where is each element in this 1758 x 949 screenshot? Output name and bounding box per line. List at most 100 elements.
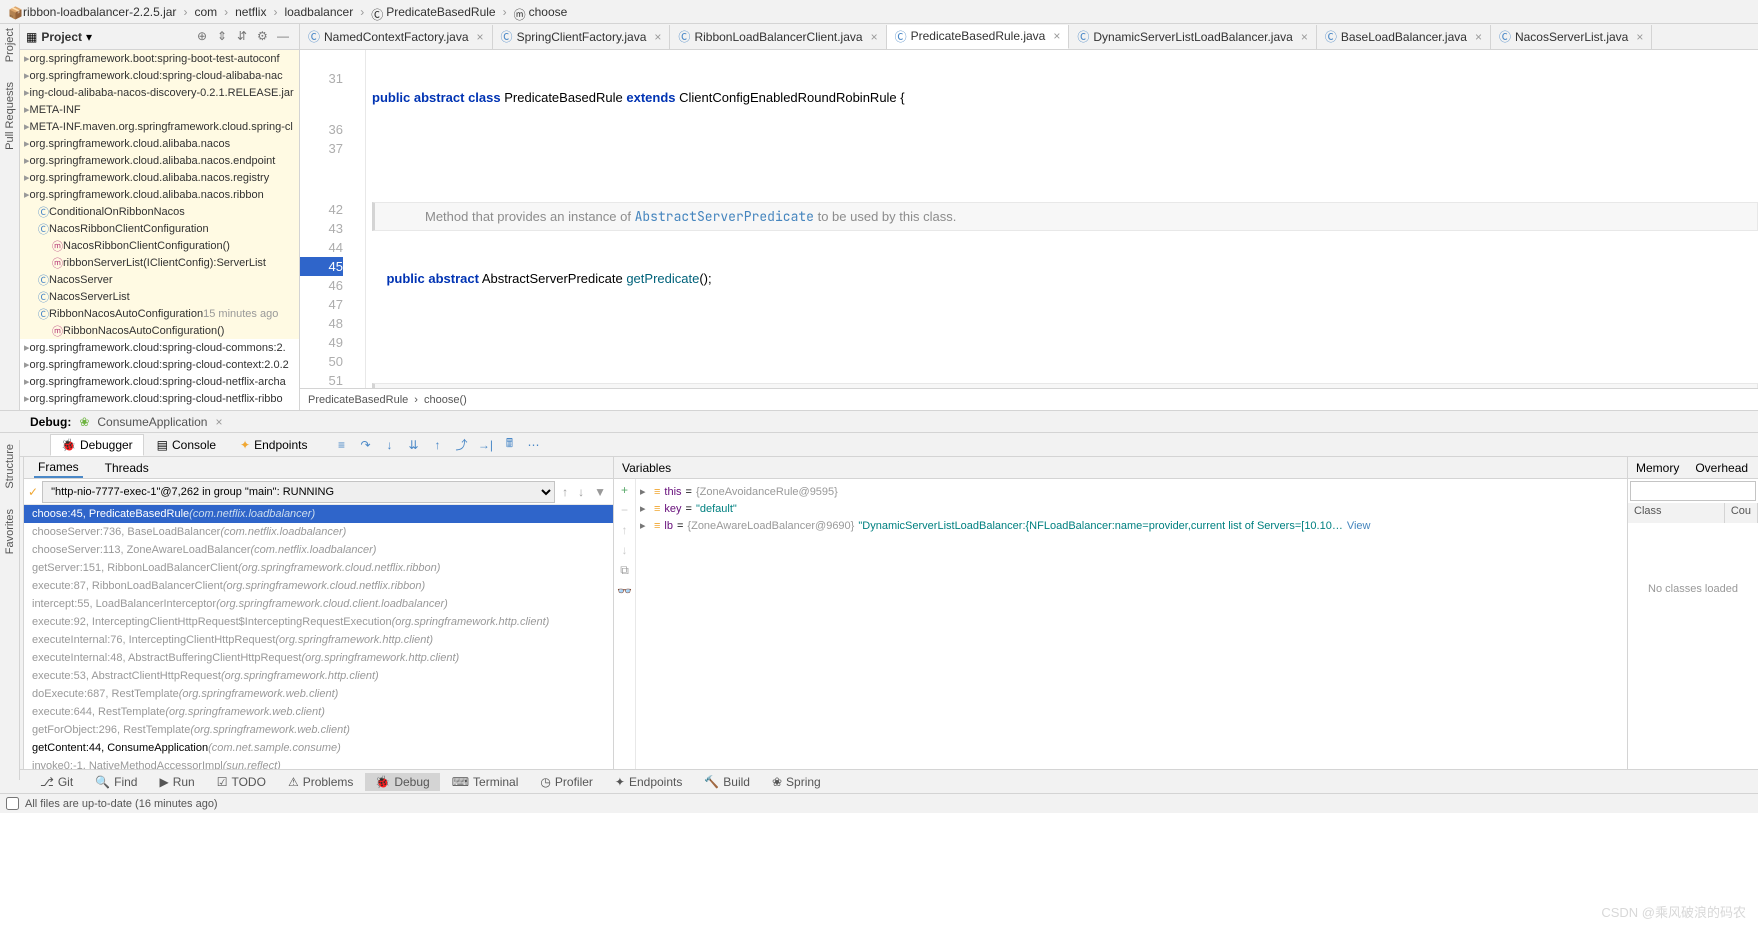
- crumb-1[interactable]: com: [194, 5, 217, 19]
- tree-node[interactable]: ▸ org.springframework.cloud.alibaba.naco…: [20, 152, 299, 169]
- down-icon[interactable]: ↓: [622, 543, 628, 557]
- tree-node[interactable]: Ⓒ RibbonNacosAutoConfiguration 15 minute…: [20, 305, 299, 322]
- glasses-icon[interactable]: 👓: [617, 584, 632, 598]
- stack-frame[interactable]: execute:87, RibbonLoadBalancerClient (or…: [24, 577, 613, 595]
- file-tab[interactable]: ⒸRibbonLoadBalancerClient.java×: [670, 25, 886, 49]
- stack-frame[interactable]: getContent:44, ConsumeApplication (com.n…: [24, 739, 613, 757]
- tree-node[interactable]: ▸ META-INF: [20, 101, 299, 118]
- debugger-tab[interactable]: 🐞Debugger: [50, 434, 144, 456]
- close-icon[interactable]: ×: [215, 415, 222, 429]
- copy-icon[interactable]: ⧉: [620, 563, 629, 578]
- project-dropdown-icon[interactable]: ▦: [26, 30, 37, 44]
- crumb-3[interactable]: loadbalancer: [284, 5, 353, 19]
- locate-icon[interactable]: ⊕: [197, 29, 213, 45]
- variables-tree[interactable]: ▸≡ this = {ZoneAvoidanceRule@9595} ▸≡ ke…: [636, 479, 1627, 769]
- file-tab[interactable]: ⒸDynamicServerListLoadBalancer.java×: [1069, 25, 1316, 49]
- hide-icon[interactable]: —: [277, 29, 293, 45]
- stack-frame[interactable]: executeInternal:76, InterceptingClientHt…: [24, 631, 613, 649]
- toolwindow-button-todo[interactable]: ☑TODO: [207, 773, 276, 791]
- add-watch-icon[interactable]: +: [621, 483, 628, 497]
- toolwindow-button-find[interactable]: 🔍Find: [85, 773, 147, 791]
- file-tab[interactable]: ⒸNacosServerList.java×: [1491, 25, 1652, 49]
- debug-app-name[interactable]: ConsumeApplication: [97, 415, 207, 429]
- remove-watch-icon[interactable]: −: [621, 503, 628, 517]
- overhead-tab[interactable]: Overhead: [1687, 461, 1756, 475]
- console-tab[interactable]: ▤Console: [146, 434, 227, 456]
- tree-node[interactable]: ⓜ NacosRibbonClientConfiguration(): [20, 237, 299, 254]
- tree-node[interactable]: ▸ org.springframework.cloud.alibaba.naco…: [20, 169, 299, 186]
- memory-search-input[interactable]: [1630, 481, 1756, 501]
- tree-node[interactable]: Ⓒ ConditionalOnRibbonNacos: [20, 203, 299, 220]
- tree-node[interactable]: ▸ org.springframework.cloud:spring-cloud…: [20, 67, 299, 84]
- close-icon[interactable]: ×: [1301, 30, 1308, 44]
- frames-tab[interactable]: Frames: [34, 458, 83, 478]
- evaluate-icon[interactable]: 🖩: [500, 436, 518, 454]
- crumb-2[interactable]: netflix: [235, 5, 266, 19]
- close-icon[interactable]: ×: [477, 30, 484, 44]
- tree-node[interactable]: ▸ org.springframework.cloud:spring-cloud…: [20, 390, 299, 407]
- tree-node[interactable]: ▸ org.springframework.boot:spring-boot-t…: [20, 50, 299, 67]
- toolwindow-button-problems[interactable]: ⚠Problems: [278, 773, 363, 791]
- chevron-down-icon[interactable]: ▾: [86, 30, 92, 44]
- tree-node[interactable]: ▸ org.springframework.cloud.alibaba.naco…: [20, 135, 299, 152]
- prev-thread-icon[interactable]: ↑: [559, 485, 571, 499]
- crumb-class[interactable]: PredicateBasedRule: [308, 394, 408, 406]
- stack-frame[interactable]: executeInternal:48, AbstractBufferingCli…: [24, 649, 613, 667]
- stack-frame[interactable]: chooseServer:736, BaseLoadBalancer (com.…: [24, 523, 613, 541]
- stack-frame[interactable]: execute:92, InterceptingClientHttpReques…: [24, 613, 613, 631]
- stack-frame[interactable]: intercept:55, LoadBalancerInterceptor (o…: [24, 595, 613, 613]
- variable-node[interactable]: ▸≡ this = {ZoneAvoidanceRule@9595}: [640, 483, 1623, 500]
- tree-node[interactable]: ⓜ ribbonServerList(IClientConfig):Server…: [20, 254, 299, 271]
- stack-frame[interactable]: invoke0:-1, NativeMethodAccessorImpl (su…: [24, 757, 613, 769]
- file-tab[interactable]: ⒸNamedContextFactory.java×: [300, 25, 493, 49]
- variable-node[interactable]: ▸≡ key = "default": [640, 500, 1623, 517]
- project-tree[interactable]: ▸ org.springframework.boot:spring-boot-t…: [20, 50, 299, 410]
- close-icon[interactable]: ×: [1636, 30, 1643, 44]
- tree-node[interactable]: ▸ org.springframework.cloud:spring-cloud…: [20, 356, 299, 373]
- step-into-icon[interactable]: ↓: [380, 436, 398, 454]
- show-exec-icon[interactable]: ≡: [332, 436, 350, 454]
- pull-requests-tool-tab[interactable]: Pull Requests: [4, 82, 16, 150]
- close-icon[interactable]: ×: [1475, 30, 1482, 44]
- trace-icon[interactable]: ⋯: [524, 436, 542, 454]
- stack-frame[interactable]: getServer:151, RibbonLoadBalancerClient …: [24, 559, 613, 577]
- up-icon[interactable]: ↑: [622, 523, 628, 537]
- force-step-into-icon[interactable]: ⇊: [404, 436, 422, 454]
- tree-node[interactable]: Ⓒ NacosServer: [20, 271, 299, 288]
- tree-node[interactable]: Ⓒ NacosRibbonClientConfiguration: [20, 220, 299, 237]
- tree-node[interactable]: ▸ META-INF.maven.org.springframework.clo…: [20, 118, 299, 135]
- threads-tab[interactable]: Threads: [101, 459, 153, 477]
- tree-node[interactable]: ⓜ RibbonNacosAutoConfiguration(): [20, 322, 299, 339]
- tree-node[interactable]: ▸ org.springframework.cloud.alibaba.naco…: [20, 186, 299, 203]
- code-editor[interactable]: 31 36 37 42 43 44 45 46 47 48 49 50 51 5…: [300, 50, 1758, 388]
- stack-frame[interactable]: chooseServer:113, ZoneAwareLoadBalancer …: [24, 541, 613, 559]
- toolwindow-button-build[interactable]: 🔨Build: [694, 773, 760, 791]
- drop-frame-icon[interactable]: ⤴: [452, 436, 470, 454]
- stack-frame[interactable]: choose:45, PredicateBasedRule (com.netfl…: [24, 505, 613, 523]
- stack-frame[interactable]: getForObject:296, RestTemplate (org.spri…: [24, 721, 613, 739]
- stack-frame[interactable]: doExecute:687, RestTemplate (org.springf…: [24, 685, 613, 703]
- gear-icon[interactable]: ⚙: [257, 29, 273, 45]
- structure-tool-tab[interactable]: Structure: [4, 444, 16, 489]
- filter-icon[interactable]: ▼: [591, 485, 609, 499]
- tree-node[interactable]: ▸ ing-cloud-alibaba-nacos-discovery-0.2.…: [20, 84, 299, 101]
- tree-node[interactable]: ▸ org.springframework.cloud:spring-cloud…: [20, 373, 299, 390]
- close-icon[interactable]: ×: [654, 30, 661, 44]
- run-to-cursor-icon[interactable]: →|: [476, 436, 494, 454]
- toolwindow-button-debug[interactable]: 🐞Debug: [365, 773, 439, 791]
- toolwindow-button-spring[interactable]: ❀Spring: [762, 773, 831, 791]
- step-out-icon[interactable]: ↑: [428, 436, 446, 454]
- javadoc-link[interactable]: AbstractServerPredicate: [635, 208, 814, 225]
- memory-tab[interactable]: Memory: [1628, 461, 1687, 475]
- favorites-tool-tab[interactable]: Favorites: [4, 509, 16, 554]
- close-icon[interactable]: ×: [1053, 29, 1060, 43]
- status-checkbox[interactable]: [6, 797, 19, 810]
- step-over-icon[interactable]: ↷: [356, 436, 374, 454]
- stack-frame[interactable]: execute:53, AbstractClientHttpRequest (o…: [24, 667, 613, 685]
- tree-node[interactable]: ▸ org.springframework.cloud:spring-cloud…: [20, 339, 299, 356]
- crumb-5[interactable]: ⓜchoose: [514, 5, 568, 19]
- code-body[interactable]: public abstract class PredicateBasedRule…: [366, 50, 1758, 388]
- crumb-0[interactable]: 📦ribbon-loadbalancer-2.2.5.jar: [8, 5, 176, 19]
- frames-list[interactable]: choose:45, PredicateBasedRule (com.netfl…: [24, 505, 613, 769]
- toolwindow-button-profiler[interactable]: ◷Profiler: [530, 773, 603, 791]
